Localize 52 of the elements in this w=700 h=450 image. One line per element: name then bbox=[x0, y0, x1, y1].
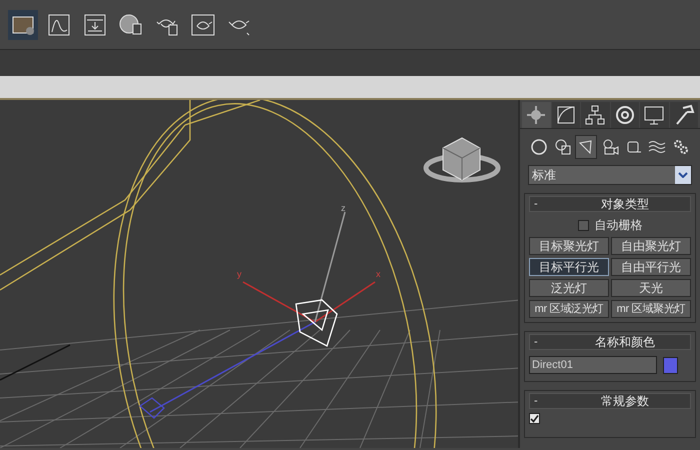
light-type-button[interactable]: mr 区域泛光灯 bbox=[529, 300, 609, 318]
rollout-title: 常规参数 bbox=[600, 395, 650, 407]
viewport[interactable]: y x z bbox=[0, 100, 518, 448]
gears-icon bbox=[672, 138, 690, 156]
toolbar-button[interactable] bbox=[8, 10, 38, 40]
panel-tab[interactable] bbox=[552, 102, 580, 128]
axis-label: y bbox=[237, 270, 242, 279]
waves-icon bbox=[648, 138, 666, 156]
curve-editor-icon bbox=[46, 12, 72, 38]
rollout-title: 对象类型 bbox=[600, 198, 650, 210]
material-ball-icon bbox=[118, 12, 144, 38]
panel-tab[interactable] bbox=[670, 102, 698, 128]
axis-label: z bbox=[341, 204, 346, 213]
dropdown-arrow-button[interactable] bbox=[675, 166, 691, 184]
dropdown-value: 标准 bbox=[531, 167, 556, 184]
light-type-button[interactable]: 自由聚光灯 bbox=[611, 237, 691, 255]
light-type-button[interactable]: mr 区域聚光灯 bbox=[611, 300, 691, 318]
light-type-button[interactable]: 天光 bbox=[611, 279, 691, 297]
light-type-button[interactable]: 自由平行光 bbox=[611, 258, 691, 276]
type-dropdown[interactable]: 标准 bbox=[528, 165, 692, 185]
hierarchy-icon bbox=[584, 104, 606, 126]
rollout-title: 名称和颜色 bbox=[594, 336, 656, 348]
rollout-header[interactable]: - 名称和颜色 bbox=[529, 334, 691, 350]
category-button[interactable] bbox=[575, 135, 598, 159]
panel-tab[interactable] bbox=[522, 102, 550, 128]
curve-icon bbox=[554, 104, 577, 126]
checkbox[interactable] bbox=[578, 220, 588, 230]
panel-tab[interactable] bbox=[610, 102, 639, 128]
panel-tab[interactable] bbox=[581, 102, 610, 128]
light-type-button[interactable]: 目标平行光 bbox=[529, 258, 609, 276]
rollout-header[interactable]: - 常规参数 bbox=[529, 393, 691, 409]
collapse-toggle[interactable]: - bbox=[530, 396, 538, 406]
collapse-toggle[interactable]: - bbox=[530, 198, 538, 210]
camera-icon bbox=[600, 138, 619, 156]
checkmark-icon bbox=[530, 414, 539, 423]
light-type-button[interactable]: 目标聚光灯 bbox=[529, 237, 609, 255]
sphere-icon bbox=[530, 138, 548, 156]
collapse-toggle[interactable]: - bbox=[530, 336, 538, 348]
rollout-header[interactable]: - 对象类型 bbox=[529, 196, 691, 212]
rings-icon bbox=[614, 104, 636, 126]
light-type-button[interactable]: 泛光灯 bbox=[529, 279, 609, 297]
checkbox-label: 自动栅格 bbox=[594, 217, 642, 234]
panel-tab[interactable] bbox=[640, 102, 668, 128]
caret-icon bbox=[678, 172, 688, 178]
schematic-icon bbox=[82, 12, 108, 38]
shapes-icon bbox=[554, 138, 572, 156]
axis-label: x bbox=[376, 270, 380, 279]
sun-icon bbox=[525, 104, 548, 126]
name-input-field[interactable]: Direct01 bbox=[529, 356, 657, 374]
checkbox[interactable] bbox=[529, 413, 540, 424]
monitor-icon bbox=[643, 104, 666, 126]
color-swatch[interactable] bbox=[663, 356, 678, 374]
